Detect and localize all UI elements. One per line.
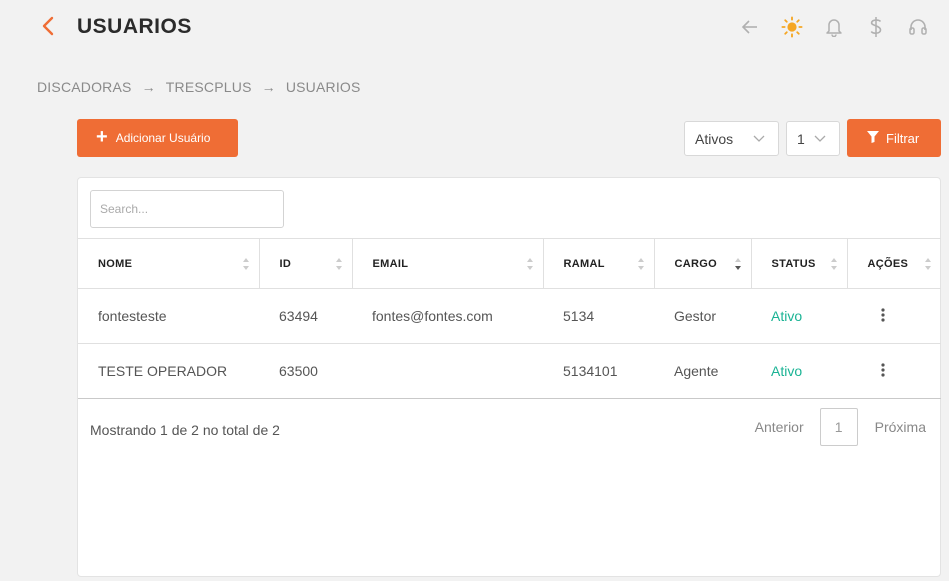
page-size-select[interactable]: 1: [786, 121, 840, 156]
column-header-cargo[interactable]: CARGO: [653, 238, 751, 289]
breadcrumb-item-discadoras[interactable]: DISCADORAS: [37, 79, 132, 95]
dollar-icon[interactable]: [865, 14, 887, 40]
column-header-nome[interactable]: NOME: [78, 238, 259, 289]
cell-acoes: [847, 343, 941, 399]
pagination: Anterior 1 Próxima: [755, 408, 926, 446]
arrow-left-icon[interactable]: [739, 14, 761, 40]
back-arrow-icon[interactable]: [40, 14, 58, 38]
page-size-select-value: 1: [797, 130, 805, 147]
cell-nome: TESTE OPERADOR: [78, 343, 259, 399]
breadcrumb-item-usuarios: USUARIOS: [285, 79, 361, 95]
status-select-value: Ativos: [695, 130, 734, 147]
sort-icon: [242, 257, 249, 271]
filter-icon: [867, 130, 879, 146]
sort-icon: [526, 257, 533, 271]
cell-nome: fontesteste: [78, 288, 259, 344]
cell-acoes: [847, 288, 941, 344]
cell-status: Ativo: [751, 288, 847, 344]
users-table: NOME ID EMAIL RAMAL CARGO STATUS AÇÕES f…: [78, 238, 941, 399]
pagination-info: Mostrando 1 de 2 no total de 2: [90, 422, 280, 438]
page-title: USUARIOS: [77, 15, 192, 38]
cell-ramal: 5134101: [543, 343, 654, 399]
column-header-id[interactable]: ID: [258, 238, 352, 289]
headset-icon[interactable]: [907, 14, 929, 40]
filter-label: Filtrar: [886, 130, 920, 146]
breadcrumb-separator: →: [261, 79, 276, 95]
column-header-status[interactable]: STATUS: [750, 238, 847, 289]
cell-email: [352, 343, 543, 399]
breadcrumb-separator: →: [141, 79, 156, 95]
users-table-card: NOME ID EMAIL RAMAL CARGO STATUS AÇÕES f…: [77, 177, 941, 577]
more-vertical-icon[interactable]: [881, 362, 885, 381]
sort-icon: [830, 257, 837, 271]
sort-icon: [637, 257, 644, 271]
table-row[interactable]: fontesteste 63494 fontes@fontes.com 5134…: [78, 288, 941, 344]
cell-id: 63494: [259, 288, 352, 344]
table-row[interactable]: TESTE OPERADOR 63500 5134101 Agente Ativ…: [78, 343, 941, 399]
sort-icon: [925, 257, 931, 271]
pagination-next[interactable]: Próxima: [875, 419, 926, 435]
filter-button[interactable]: Filtrar: [847, 119, 941, 157]
cell-cargo: Gestor: [654, 288, 751, 344]
add-user-label: Adicionar Usuário: [115, 131, 211, 145]
breadcrumb-item-trescplus[interactable]: TRESCPLUS: [166, 79, 252, 95]
search-input[interactable]: [90, 190, 284, 228]
pagination-current-page[interactable]: 1: [819, 408, 858, 446]
cell-status: Ativo: [751, 343, 847, 399]
cell-email: fontes@fontes.com: [352, 288, 543, 344]
breadcrumb: DISCADORAS → TRESCPLUS → USUARIOS: [37, 79, 361, 95]
sort-desc-icon: [734, 257, 741, 271]
cell-ramal: 5134: [543, 288, 654, 344]
sort-icon: [335, 257, 342, 271]
top-icon-bar: [739, 14, 929, 40]
column-header-email[interactable]: EMAIL: [351, 238, 543, 289]
cell-cargo: Agente: [654, 343, 751, 399]
status-select[interactable]: Ativos: [684, 121, 779, 156]
cell-id: 63500: [259, 343, 352, 399]
table-header-row: NOME ID EMAIL RAMAL CARGO STATUS AÇÕES: [78, 238, 941, 289]
add-user-button[interactable]: + Adicionar Usuário: [77, 119, 238, 157]
sun-icon[interactable]: [781, 14, 803, 40]
pagination-prev[interactable]: Anterior: [755, 419, 804, 435]
column-header-ramal[interactable]: RAMAL: [542, 238, 654, 289]
more-vertical-icon[interactable]: [881, 307, 885, 326]
chevron-down-icon: [813, 131, 827, 148]
column-header-acoes[interactable]: AÇÕES: [846, 238, 941, 289]
chevron-down-icon: [752, 131, 766, 148]
bell-icon[interactable]: [823, 14, 845, 40]
plus-icon: +: [96, 126, 108, 148]
